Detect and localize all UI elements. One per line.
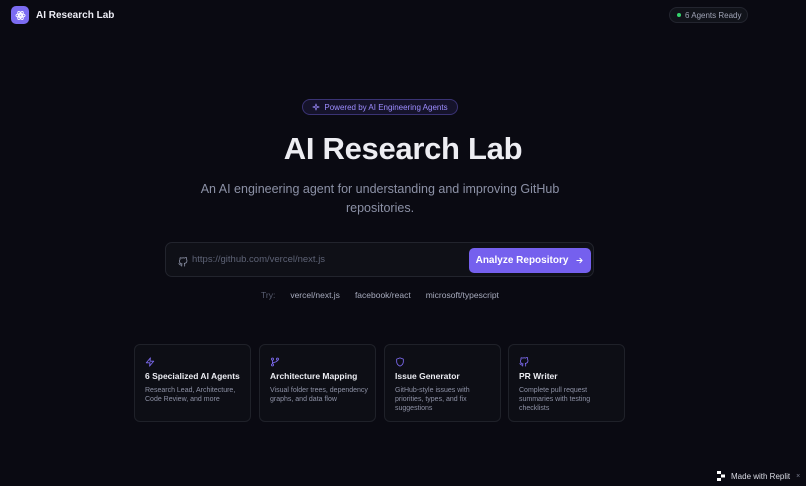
feature-description: Complete pull request summaries with tes…	[519, 387, 591, 412]
github-icon	[178, 256, 188, 267]
shield-icon-wrap	[395, 354, 405, 372]
lightning-icon-wrap	[145, 354, 155, 372]
feature-description: Visual folder trees, dependency graphs, …	[270, 387, 368, 403]
github-icon-wrap	[178, 254, 188, 272]
sparkle-icon	[312, 103, 320, 111]
git-branch-icon	[271, 357, 279, 367]
feature-description: Research Lead, Architecture, Code Review…	[145, 387, 236, 403]
feature-card-issues: Issue Generator GitHub-style issues with…	[384, 344, 501, 422]
feature-card-agents: 6 Specialized AI Agents Research Lead, A…	[134, 344, 251, 422]
status-dot-icon	[677, 13, 681, 17]
example-repo-link[interactable]: vercel/next.js	[290, 290, 340, 300]
feature-title: 6 Specialized AI Agents	[145, 371, 240, 381]
close-icon[interactable]: ×	[796, 473, 800, 480]
shield-icon	[396, 357, 404, 367]
git-branch-icon-wrap	[270, 354, 280, 372]
repository-url-input[interactable]	[192, 249, 462, 270]
github-icon-wrap	[519, 354, 529, 372]
made-with-label: Made with Replit	[731, 471, 791, 481]
feature-title: Architecture Mapping	[270, 371, 358, 381]
top-bar: AI Research Lab 6 Agents Ready	[0, 0, 806, 30]
try-label: Try:	[261, 290, 276, 300]
powered-by-label: Powered by AI Engineering Agents	[324, 102, 448, 112]
example-repositories: Try: vercel/next.js facebook/react micro…	[261, 290, 514, 300]
feature-title: Issue Generator	[395, 371, 460, 381]
lightning-icon	[145, 357, 155, 367]
made-with-replit-badge[interactable]: Made with Replit ×	[717, 471, 800, 481]
powered-by-badge: Powered by AI Engineering Agents	[302, 99, 458, 115]
example-repo-link[interactable]: microsoft/typescript	[426, 290, 499, 300]
feature-title: PR Writer	[519, 371, 558, 381]
arrow-right-icon	[576, 257, 583, 264]
analyze-repository-button[interactable]: Analyze Repository	[469, 248, 591, 273]
page-subtitle: An AI engineering agent for understandin…	[200, 182, 560, 215]
brand-logo	[11, 6, 29, 24]
example-repo-link[interactable]: facebook/react	[355, 290, 411, 300]
page-title: AI Research Lab	[283, 131, 523, 166]
feature-card-pr-writer: PR Writer Complete pull request summarie…	[508, 344, 625, 422]
feature-description: GitHub-style issues with priorities, typ…	[395, 387, 470, 412]
brand[interactable]: AI Research Lab	[11, 6, 114, 24]
atom-icon	[14, 10, 26, 20]
feature-card-architecture: Architecture Mapping Visual folder trees…	[259, 344, 376, 422]
repository-search-bar: Analyze Repository	[165, 242, 594, 277]
github-icon	[519, 356, 529, 367]
agents-status-badge: 6 Agents Ready	[669, 7, 748, 23]
replit-icon	[717, 471, 725, 481]
analyze-button-label: Analyze Repository	[475, 255, 569, 266]
status-label: 6 Agents Ready	[685, 10, 742, 20]
brand-name: AI Research Lab	[36, 9, 115, 21]
